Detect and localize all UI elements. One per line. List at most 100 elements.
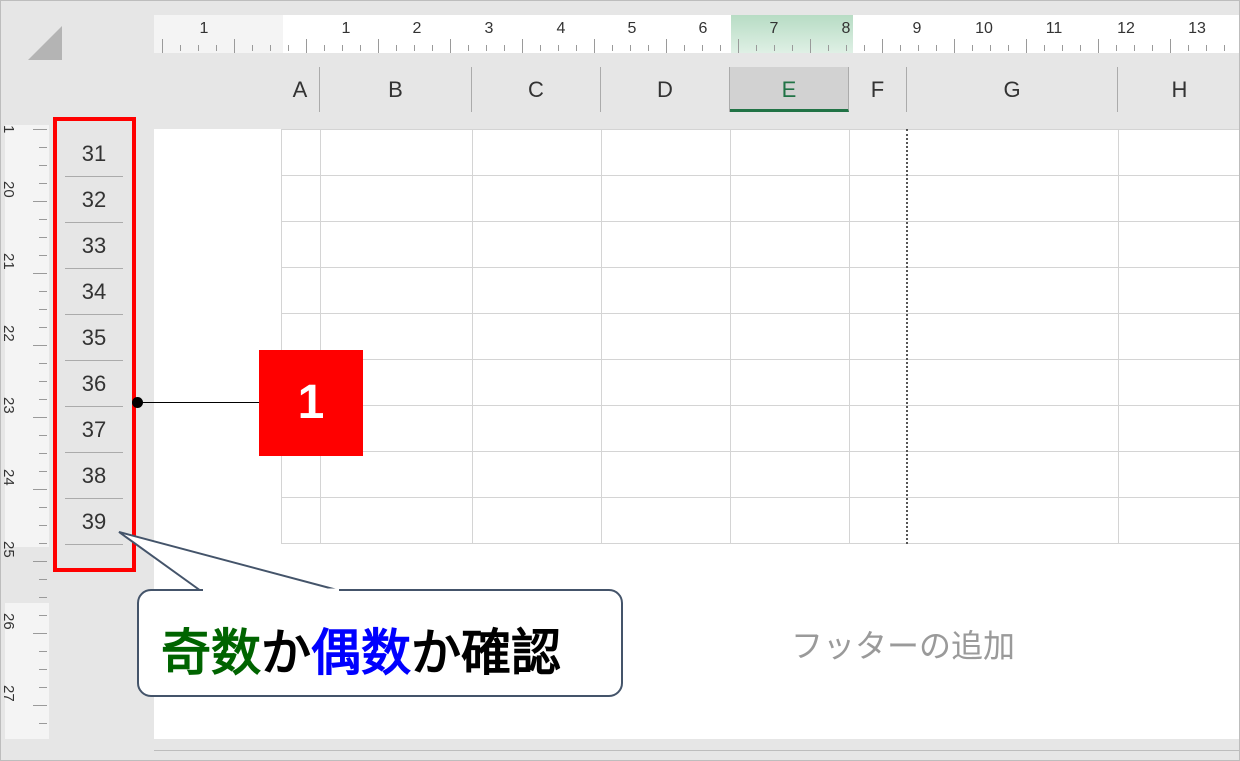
horizontal-ruler: 1 1 2 3 4 5 6 7 8 9 10 11 12 13 <box>154 15 1239 53</box>
ruler-tick <box>39 147 47 148</box>
ruler-tick <box>792 45 793 51</box>
ruler-tick <box>558 45 559 51</box>
ruler-tick <box>648 45 649 51</box>
ruler-tick <box>39 219 47 220</box>
ruler-tick <box>252 45 253 51</box>
ruler-label: 21 <box>0 253 17 270</box>
ruler-label: 10 <box>975 20 993 37</box>
step-number-badge: 1 <box>259 350 363 456</box>
ruler-label: 1 <box>0 125 17 134</box>
ruler-tick <box>450 39 451 53</box>
select-all-triangle-icon[interactable] <box>28 26 62 60</box>
leader-dot <box>132 397 143 408</box>
ruler-margin <box>154 15 283 53</box>
ruler-tick <box>180 45 181 51</box>
ruler-tick <box>1044 45 1045 51</box>
ruler-tick <box>39 435 47 436</box>
ruler-tick <box>234 39 235 53</box>
column-header-a[interactable]: A <box>281 67 320 112</box>
callout-box: 奇数か偶数か確認 <box>137 589 623 697</box>
ruler-tick <box>39 687 47 688</box>
column-header-g[interactable]: G <box>907 67 1118 112</box>
ruler-tick <box>306 39 307 53</box>
ruler-tick <box>720 45 721 51</box>
ruler-label: 24 <box>0 469 17 486</box>
ruler-tick <box>39 723 47 724</box>
ruler-tick <box>468 45 469 51</box>
page-break-line <box>906 129 908 544</box>
ruler-tick <box>432 45 433 51</box>
ruler-tick <box>198 45 199 51</box>
ruler-tick <box>900 45 901 51</box>
ruler-tick <box>39 669 47 670</box>
excel-window: 1 1 2 3 4 5 6 7 8 9 10 11 12 13 A B C D … <box>0 0 1240 761</box>
ruler-tick <box>39 615 47 616</box>
ruler-tick <box>39 543 47 544</box>
ruler-tick <box>39 255 47 256</box>
callout-text: 奇数か偶数か確認 <box>161 613 561 685</box>
ruler-tick <box>1224 45 1225 51</box>
column-header-b[interactable]: B <box>320 67 472 112</box>
ruler-tick <box>396 45 397 51</box>
ruler-tick <box>486 45 487 51</box>
ruler-tick <box>288 45 289 51</box>
ruler-label: 1 <box>341 20 351 37</box>
ruler-tick <box>39 327 47 328</box>
ruler-tick <box>1008 45 1009 51</box>
ruler-tick <box>39 183 47 184</box>
column-header-h[interactable]: H <box>1118 67 1239 112</box>
ruler-tick <box>1188 45 1189 51</box>
ruler-tick <box>1098 39 1099 53</box>
column-headers: A B C D E F G H <box>281 67 1239 112</box>
ruler-label: 2 <box>412 20 422 37</box>
ruler-tick <box>342 45 343 51</box>
ruler-tick <box>162 39 163 53</box>
ruler-tick <box>33 201 47 202</box>
leader-line <box>137 402 259 403</box>
ruler-label: 8 <box>841 20 851 37</box>
ruler-tick <box>39 237 47 238</box>
ruler-tick <box>33 345 47 346</box>
ruler-tick <box>864 45 865 51</box>
ruler-label: 13 <box>1188 20 1206 37</box>
select-all-corner[interactable] <box>1 1 154 129</box>
ruler-tick <box>39 165 47 166</box>
ruler-tick <box>360 45 361 51</box>
cell-grid[interactable] <box>281 129 1239 544</box>
ruler-label: 12 <box>1117 20 1135 37</box>
ruler-tick <box>738 39 739 53</box>
ruler-tick <box>630 45 631 51</box>
ruler-tick <box>39 579 47 580</box>
row-header-highlight-box <box>53 117 136 572</box>
ruler-tick <box>1170 39 1171 53</box>
ruler-tick <box>846 45 847 51</box>
ruler-tick <box>270 45 271 51</box>
ruler-tick <box>612 45 613 51</box>
ruler-tick <box>39 399 47 400</box>
ruler-tick <box>39 453 47 454</box>
column-header-f[interactable]: F <box>849 67 907 112</box>
column-header-e[interactable]: E <box>730 67 849 112</box>
ruler-tick <box>504 45 505 51</box>
ruler-tick <box>39 597 47 598</box>
ruler-tick <box>39 363 47 364</box>
callout-odd: 奇数 <box>161 625 261 681</box>
ruler-tick <box>33 417 47 418</box>
ruler-tick <box>1134 45 1135 51</box>
ruler-tick <box>39 309 47 310</box>
ruler-tick <box>39 291 47 292</box>
ruler-tick <box>33 273 47 274</box>
ruler-tick <box>882 39 883 53</box>
ruler-tick <box>972 45 973 51</box>
ruler-tick <box>774 45 775 51</box>
ruler-tick <box>540 45 541 51</box>
ruler-tick <box>594 39 595 53</box>
ruler-label: 1 <box>199 20 209 37</box>
ruler-tick <box>33 561 47 562</box>
add-footer-placeholder[interactable]: フッターの追加 <box>791 621 1015 667</box>
ruler-tick <box>936 45 937 51</box>
column-header-c[interactable]: C <box>472 67 601 112</box>
ruler-label: 9 <box>912 20 922 37</box>
ruler-label: 3 <box>484 20 494 37</box>
column-header-d[interactable]: D <box>601 67 730 112</box>
